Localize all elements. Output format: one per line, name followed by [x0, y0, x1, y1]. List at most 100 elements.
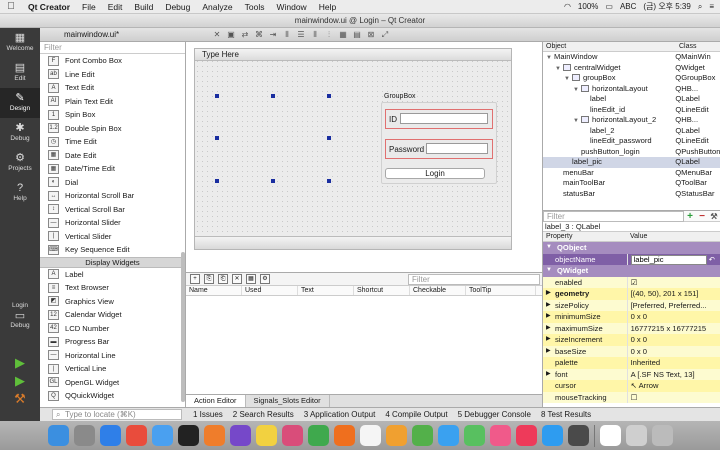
apple-icon[interactable]:  — [0, 1, 22, 12]
dock-app-icon[interactable] — [177, 425, 199, 446]
property-enabled[interactable]: enabled ☑ — [543, 276, 720, 288]
output-tab-5-debugger-console[interactable]: 5 Debugger Console — [453, 410, 536, 419]
dock-app-icon[interactable] — [281, 425, 303, 446]
edit-signals-icon[interactable]: ⇄ — [238, 30, 252, 39]
widget-spin-box[interactable]: 1 Spin Box — [40, 108, 185, 122]
selection-handle[interactable] — [215, 136, 219, 140]
widget-time-edit[interactable]: ◷ Time Edit — [40, 135, 185, 149]
config-wrench-icon[interactable]: ⚒ — [708, 212, 720, 221]
widget-plain-text-edit[interactable]: AI Plain Text Edit — [40, 95, 185, 109]
action-filter-input[interactable]: Filter — [408, 274, 540, 285]
property-filter-input[interactable]: Filter — [543, 210, 684, 222]
disclosure-triangle-icon[interactable]: ▼ — [564, 74, 572, 84]
mode-edit[interactable]: ▤ Edit — [0, 58, 40, 88]
property-value[interactable]: ☐ — [626, 391, 720, 403]
dock-app-icon[interactable] — [625, 425, 647, 446]
dock-app-icon[interactable] — [599, 425, 621, 446]
run-icon[interactable]: ▶ — [0, 354, 40, 372]
widget-line-edit[interactable]: ab Line Edit — [40, 68, 185, 82]
selection-handle[interactable] — [327, 94, 331, 98]
property-value[interactable]: Inherited — [626, 357, 720, 369]
locator-input[interactable]: ⌕ Type to locate (⌘K) — [52, 409, 182, 420]
property-cursor[interactable]: cursor ↖ Arrow — [543, 380, 720, 392]
expand-arrow-icon[interactable]: ▶ — [546, 346, 551, 358]
menu-help[interactable]: Help — [313, 2, 342, 12]
dock-app-icon[interactable] — [307, 425, 329, 446]
output-tab-2-search-results[interactable]: 2 Search Results — [228, 410, 299, 419]
add-property-icon[interactable]: + — [684, 211, 696, 222]
dock-app-icon[interactable] — [437, 425, 459, 446]
object-row-pushbutton-login[interactable]: pushButton_login QPushButton — [543, 147, 720, 158]
dock-app-icon[interactable] — [411, 425, 433, 446]
menu-debug[interactable]: Debug — [159, 2, 196, 12]
widget-key-sequence-edit[interactable]: ⌨ Key Sequence Edit — [40, 243, 185, 257]
menu-list-icon[interactable]: ≡ — [709, 2, 714, 11]
dock-app-icon[interactable] — [73, 425, 95, 446]
output-tab-1-issues[interactable]: 1 Issues — [188, 410, 228, 419]
mode-design[interactable]: ✎ Design — [0, 88, 40, 118]
paste-action-icon[interactable]: ⎗ — [218, 274, 228, 284]
widget-horizontal-slider[interactable]: — Horizontal Slider — [40, 216, 185, 230]
widget-graphics-view[interactable]: ◩ Graphics View — [40, 295, 185, 309]
selection-handle[interactable] — [215, 94, 219, 98]
property-value[interactable]: 16777215 x 16777215 — [626, 322, 720, 334]
widget-vertical-scroll-bar[interactable]: ↕ Vertical Scroll Bar — [40, 203, 185, 217]
menu-file[interactable]: File — [76, 2, 102, 12]
layout-splitter-v-icon[interactable]: ⫶ — [322, 30, 336, 40]
widget-horizontal-line[interactable]: — Horizontal Line — [40, 349, 185, 363]
dock-app-icon[interactable] — [359, 425, 381, 446]
widget-date-time-edit[interactable]: ▦ Date/Time Edit — [40, 162, 185, 176]
edit-buddies-icon[interactable]: ⌘ — [252, 30, 266, 39]
mode-projects[interactable]: ⚙ Projects — [0, 148, 40, 178]
mode-welcome[interactable]: ▦ Welcome — [0, 28, 40, 58]
expand-arrow-icon[interactable]: ▶ — [546, 300, 551, 312]
output-tab-4-compile-output[interactable]: 4 Compile Output — [380, 410, 452, 419]
property-value[interactable]: A [.SF NS Text, 13] — [626, 368, 720, 380]
widget-opengl-widget[interactable]: GL OpenGL Widget — [40, 376, 185, 390]
property-value[interactable]: [(40, 50), 201 x 151] — [626, 288, 720, 300]
search-icon[interactable]: ⌕ — [698, 2, 702, 12]
horizontal-layout-id[interactable]: ID — [385, 109, 493, 129]
expand-arrow-icon[interactable]: ▶ — [546, 323, 551, 335]
dock-app-icon[interactable] — [515, 425, 537, 446]
view-mode-icon[interactable]: ▦ — [246, 274, 256, 284]
object-row-label-pic[interactable]: label_pic QLabel — [543, 157, 720, 168]
collapse-arrow-icon[interactable]: ▼ — [546, 265, 552, 277]
property-sizepolicy[interactable]: ▶ sizePolicy [Preferred, Preferred... — [543, 299, 720, 312]
dock-app-icon[interactable] — [541, 425, 563, 446]
property-objectname[interactable]: objectName label_pic ↶ — [543, 253, 720, 265]
expand-arrow-icon[interactable]: ▶ — [546, 311, 551, 323]
dock-app-icon[interactable] — [99, 425, 121, 446]
dock-app-icon[interactable] — [333, 425, 355, 446]
property-sizeincrement[interactable]: ▶ sizeIncrement 0 x 0 — [543, 334, 720, 346]
property-mousetracking[interactable]: mouseTracking ☐ — [543, 391, 720, 403]
id-line-edit[interactable] — [400, 113, 488, 124]
widget-horizontal-scroll-bar[interactable]: ↔ Horizontal Scroll Bar — [40, 189, 185, 203]
property-palette[interactable]: palette Inherited — [543, 357, 720, 369]
mode-help[interactable]: ? Help — [0, 178, 40, 208]
property-value[interactable]: ↖ Arrow — [626, 380, 720, 392]
property-value[interactable]: label_pic ↶ — [626, 253, 720, 265]
widget-double-spin-box[interactable]: 1.2 Double Spin Box — [40, 122, 185, 136]
horizontal-layout-password[interactable]: Password — [385, 139, 493, 159]
column-used[interactable]: Used — [242, 286, 298, 295]
delete-action-icon[interactable]: ✕ — [232, 274, 242, 284]
widget-label[interactable]: A Label — [40, 268, 185, 282]
widget-font-combo-box[interactable]: F Font Combo Box — [40, 54, 185, 68]
settings-icon[interactable]: ⚙ — [260, 274, 270, 284]
build-icon[interactable]: ⚒ — [0, 390, 40, 408]
object-row-lineedit-password[interactable]: lineEdit_password QLineEdit — [543, 136, 720, 147]
property-value[interactable]: [Preferred, Preferred... — [626, 299, 720, 311]
expand-arrow-icon[interactable]: ▶ — [546, 369, 551, 381]
main-window-form[interactable]: Type Here GroupBox ID Password Login — [194, 48, 512, 250]
dock-app-icon[interactable] — [47, 425, 69, 446]
input-source[interactable]: ABC — [620, 2, 636, 11]
target-selector[interactable]: Login ▭ Debug — [0, 302, 40, 329]
password-line-edit[interactable] — [426, 143, 488, 154]
column-class[interactable]: Class — [676, 42, 697, 51]
property-value[interactable]: ☑ — [626, 276, 720, 288]
layout-horizontal-icon[interactable]: ⦀ — [280, 30, 294, 40]
collapse-arrow-icon[interactable]: ▼ — [546, 242, 552, 254]
adjust-size-icon[interactable]: ⤢ — [378, 30, 392, 40]
property-value[interactable]: 0 x 0 — [626, 334, 720, 346]
